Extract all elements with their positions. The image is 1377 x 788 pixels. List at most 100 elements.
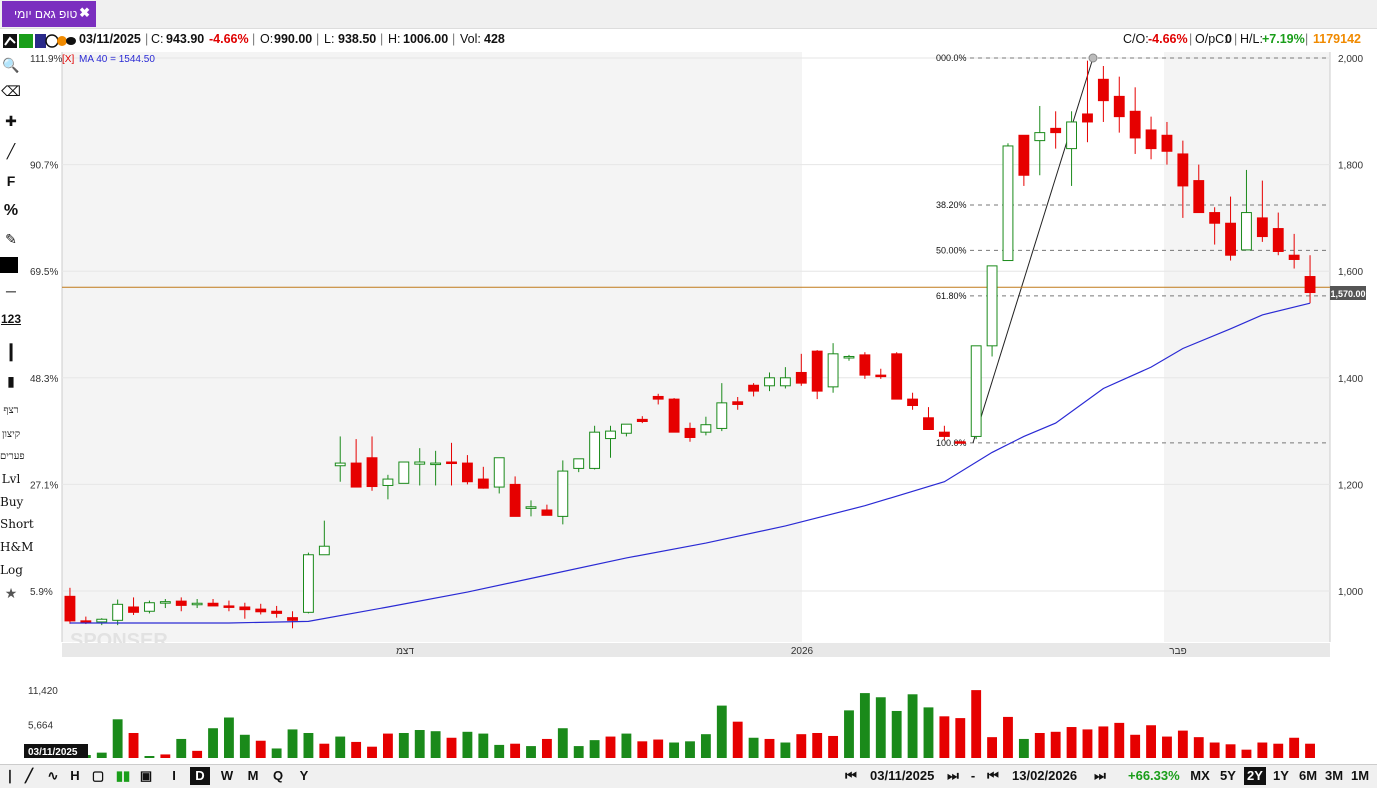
- x-axis-band: [62, 643, 1330, 657]
- volume-bar: [128, 732, 139, 758]
- volume-bar: [1018, 738, 1029, 758]
- range-1m[interactable]: 1M: [1348, 767, 1372, 785]
- candle: [398, 461, 410, 484]
- interval-d[interactable]: D: [190, 767, 210, 785]
- start-date[interactable]: 03/11/2025: [870, 767, 934, 785]
- candle: [1066, 121, 1077, 150]
- candle: [1129, 110, 1141, 139]
- candle: [605, 430, 616, 440]
- price-chart[interactable]: 1,000 1,200 1,400 1,600 1,800 2,000 5.9% 27.1%…: [0, 0, 1377, 764]
- candle-type-icon[interactable]: ▢: [88, 767, 108, 785]
- volume-bar: [669, 742, 680, 758]
- candle: [493, 457, 505, 488]
- candle: [954, 441, 966, 444]
- candle: [1177, 153, 1189, 187]
- volume-bar: [859, 693, 870, 758]
- candle: [1272, 228, 1284, 252]
- y-left-tick-label: 27.1%: [30, 480, 58, 491]
- candle: [986, 265, 998, 347]
- nav-prev-icon[interactable]: ⏮: [980, 767, 1006, 785]
- y-left-tick-label: 111.9%: [30, 54, 63, 65]
- bar-chart-icon[interactable]: ╱: [20, 767, 38, 785]
- candle: [1256, 217, 1268, 238]
- y-axis-right: 1,000 1,200 1,400 1,600 1,800 2,000: [1338, 54, 1363, 598]
- volume-bar: [398, 732, 409, 758]
- candle: [1209, 212, 1221, 224]
- volume-bar: [176, 738, 187, 758]
- volume-bar: [351, 741, 362, 758]
- candle: [1018, 134, 1030, 176]
- candle: [382, 478, 394, 486]
- volume-bar: [764, 738, 775, 758]
- fib-level-label: 000.0%: [936, 53, 967, 63]
- cursor-icon[interactable]: ❘: [2, 767, 18, 785]
- volume-tick-label: 5,664: [28, 720, 53, 731]
- interval-q[interactable]: Q: [268, 767, 288, 785]
- candle: [652, 395, 664, 400]
- volume-bar: [1225, 744, 1236, 758]
- nav-next-icon[interactable]: ⏭: [940, 767, 966, 785]
- volume-bar: [653, 739, 664, 758]
- interval-w[interactable]: W: [216, 767, 238, 785]
- candle: [1113, 95, 1125, 118]
- range-3m[interactable]: 3M: [1322, 767, 1346, 785]
- line-chart-icon[interactable]: ∿: [42, 767, 64, 785]
- volume-bar: [732, 721, 743, 758]
- interval-m[interactable]: M: [243, 767, 263, 785]
- candle: [1161, 134, 1173, 152]
- interval-y[interactable]: Y: [294, 767, 314, 785]
- volume-bar: [335, 736, 346, 758]
- volume-bar: [1003, 716, 1013, 758]
- y-left-tick-label: 5.9%: [30, 587, 53, 598]
- range-1y[interactable]: 1Y: [1270, 767, 1292, 785]
- color-candle-icon[interactable]: ▮▮: [111, 767, 135, 785]
- volume-bar: [1050, 731, 1061, 758]
- candle: [1304, 276, 1316, 294]
- candle: [207, 602, 219, 607]
- candle: [636, 418, 648, 423]
- volume-bar: [748, 737, 759, 758]
- volume-bar: [700, 734, 711, 758]
- nav-play-icon[interactable]: ⏭: [1080, 767, 1120, 785]
- candle: [668, 398, 680, 433]
- volume-bar: [716, 705, 727, 758]
- candle: [191, 602, 203, 606]
- range-mx[interactable]: MX: [1188, 767, 1212, 785]
- volume-bar: [1066, 727, 1077, 758]
- period-shade-2: [1164, 52, 1330, 642]
- interval-i[interactable]: I: [164, 767, 184, 785]
- fib-handle: [1088, 53, 1098, 63]
- range-dash: -: [970, 768, 976, 783]
- range-6m[interactable]: 6M: [1296, 767, 1320, 785]
- volume-bar: [1177, 730, 1188, 758]
- volume-bar: [605, 736, 616, 758]
- end-date[interactable]: 13/02/2026: [1012, 767, 1077, 785]
- volume-bar: [875, 697, 886, 758]
- bottom-toolbar: ❘ ╱ ∿ H ▢ ▮▮ ▣ I D W M Q Y ⏮ 03/11/2025 …: [0, 764, 1377, 788]
- candle: [573, 458, 585, 469]
- candle: [175, 600, 187, 606]
- hl-icon[interactable]: H: [66, 767, 84, 785]
- volume-bar: [1146, 725, 1156, 758]
- range-5y[interactable]: 5Y: [1216, 767, 1240, 785]
- nav-first-icon[interactable]: ⏮: [838, 767, 864, 785]
- volume-bar: [971, 690, 982, 758]
- volume-bar: [955, 718, 966, 758]
- volume-bar: [255, 740, 266, 758]
- save-icon[interactable]: ▣: [138, 767, 154, 785]
- candle: [795, 371, 807, 384]
- volume-bar: [1162, 736, 1172, 758]
- candle: [64, 595, 76, 622]
- volume-bar: [1193, 737, 1204, 758]
- candle: [923, 417, 934, 431]
- volume-bar: [589, 740, 600, 758]
- vol-date-label: 03/11/2025: [28, 747, 78, 758]
- range-2y[interactable]: 2Y: [1244, 767, 1266, 785]
- candle: [811, 350, 823, 392]
- candle: [96, 618, 108, 623]
- candle: [1225, 222, 1236, 256]
- volume-bar: [907, 694, 918, 758]
- volume-bar: [891, 710, 902, 758]
- candle: [112, 603, 124, 621]
- ma-remove-button[interactable]: [X]: [62, 54, 74, 65]
